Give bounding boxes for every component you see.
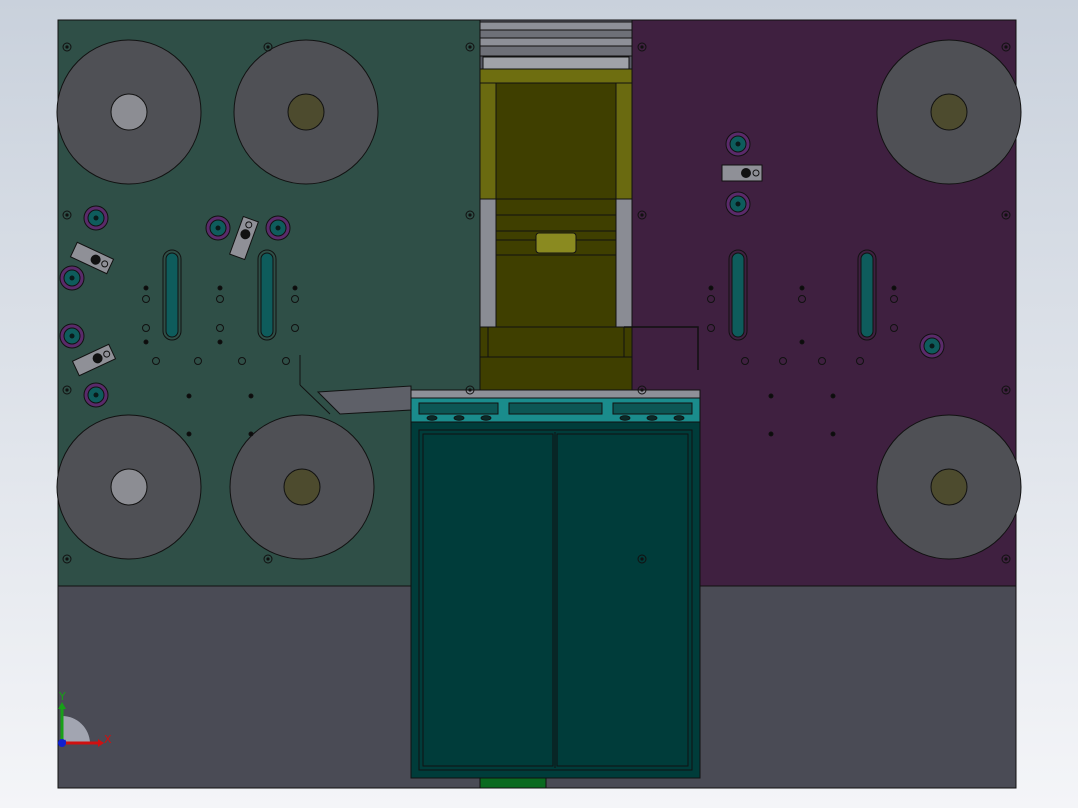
hole-center [1004, 388, 1008, 392]
mounting-hole [248, 393, 254, 399]
adjustment-slot [728, 249, 748, 341]
mounting-hole [891, 285, 897, 291]
mounting-hole [186, 431, 192, 437]
mounting-hole [830, 431, 836, 437]
guide-roller[interactable] [83, 382, 109, 408]
guide-roller[interactable] [725, 191, 751, 217]
hole-center [65, 213, 69, 217]
mounting-hole [768, 393, 774, 399]
adjustment-slot [857, 249, 877, 341]
mounting-hole [143, 339, 149, 345]
guide-roller[interactable] [83, 205, 109, 231]
reel-hub [110, 93, 148, 131]
guide-roller[interactable] [59, 323, 85, 349]
hole-center [1004, 213, 1008, 217]
clamp-bracket[interactable] [721, 164, 763, 182]
roller-axle [215, 225, 221, 231]
mounting-hole [186, 393, 192, 399]
guide-roller[interactable] [919, 333, 945, 359]
mounting-hole [292, 285, 298, 291]
roller-axle [735, 141, 741, 147]
axis-y-label: Y [58, 690, 66, 703]
cad-drawing: X Y [0, 0, 1078, 808]
reel-hub [283, 468, 321, 506]
roller-axle [735, 201, 741, 207]
mounting-hole [799, 285, 805, 291]
mounting-hole [143, 285, 149, 291]
hole-center [65, 557, 69, 561]
roller-axle [69, 333, 75, 339]
center-column[interactable] [479, 19, 633, 391]
hole-center [640, 45, 644, 49]
guide-roller[interactable] [265, 215, 291, 241]
reel-hub [930, 93, 968, 131]
hole-center [640, 557, 644, 561]
hole-center [468, 45, 472, 49]
center-cylinder [535, 232, 577, 254]
hole-center [266, 557, 270, 561]
mounting-hole [217, 339, 223, 345]
hole-center [266, 45, 270, 49]
hole-center [640, 388, 644, 392]
mounting-hole [830, 393, 836, 399]
tape-reel[interactable] [229, 414, 375, 560]
hole-center [468, 213, 472, 217]
drawer[interactable] [410, 389, 701, 789]
mounting-hole [799, 339, 805, 345]
roller-axle [69, 275, 75, 281]
adjustment-slot [162, 249, 182, 341]
tape-reel[interactable] [876, 39, 1022, 185]
adjustment-slot [257, 249, 277, 341]
roller-axle [275, 225, 281, 231]
clamp-bolt [741, 168, 751, 178]
guide-roller[interactable] [59, 265, 85, 291]
roller-axle [929, 343, 935, 349]
slot-inner [165, 252, 179, 338]
axis-x-label: X [104, 733, 112, 746]
guide-roller[interactable] [725, 131, 751, 157]
hole-center [65, 45, 69, 49]
slot-inner [260, 252, 274, 338]
guide-roller[interactable] [205, 215, 231, 241]
hole-center [65, 388, 69, 392]
tape-reel[interactable] [876, 414, 1022, 560]
hole-center [640, 213, 644, 217]
mounting-hole [248, 431, 254, 437]
roller-axle [93, 215, 99, 221]
mounting-hole [217, 285, 223, 291]
reel-hub [930, 468, 968, 506]
slot-inner [860, 252, 874, 338]
hole-center [1004, 45, 1008, 49]
reel-hub [287, 93, 325, 131]
reel-hub [110, 468, 148, 506]
cad-viewport[interactable]: X Y [0, 0, 1078, 808]
mounting-hole [768, 431, 774, 437]
hole-center [468, 388, 472, 392]
tape-reel[interactable] [56, 414, 202, 560]
slot-inner [731, 252, 745, 338]
hole-center [1004, 557, 1008, 561]
roller-axle [93, 392, 99, 398]
tape-reel[interactable] [233, 39, 379, 185]
mounting-hole [708, 285, 714, 291]
tape-reel[interactable] [56, 39, 202, 185]
